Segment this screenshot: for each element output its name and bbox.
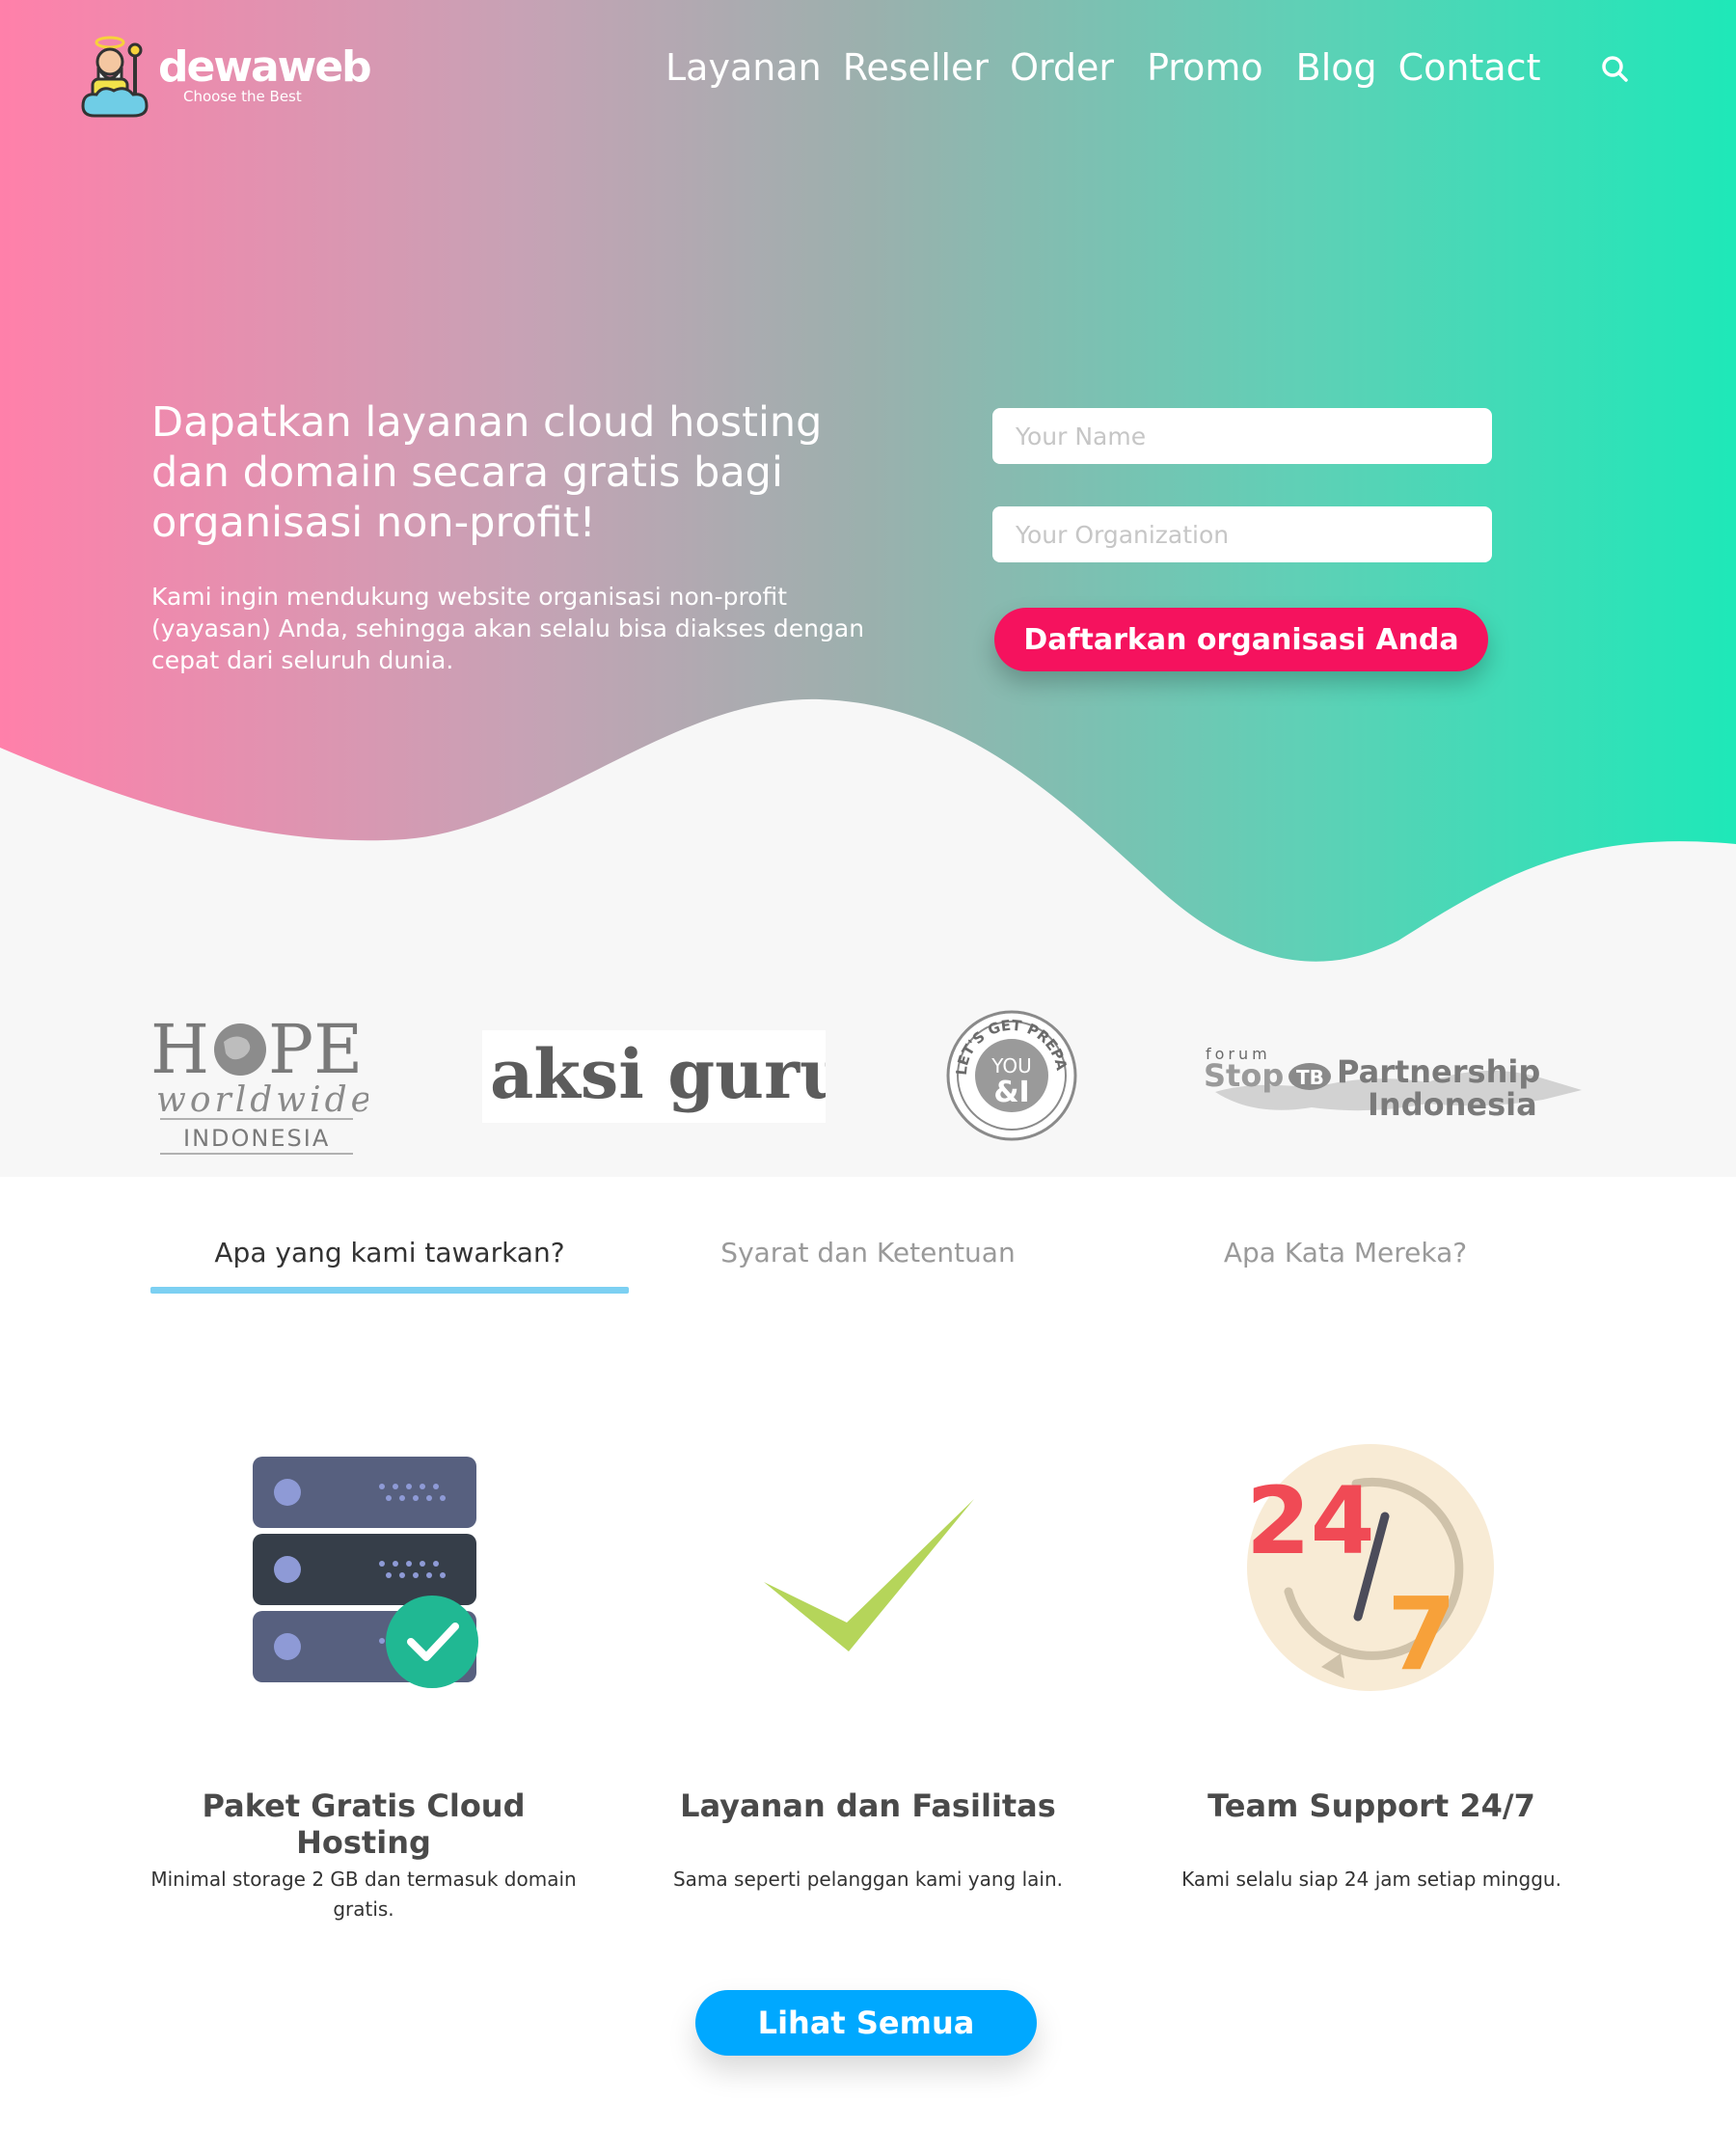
stop-tb-partnership-logo: forum Stop TB Partnership Indonesia xyxy=(1204,1045,1582,1123)
svg-text:INDONESIA: INDONESIA xyxy=(183,1125,330,1152)
hope-worldwide-logo: H PE worldwide INDONESIA xyxy=(150,1010,368,1155)
nav-item-promo[interactable]: Promo xyxy=(1147,46,1263,89)
svg-text:&I: &I xyxy=(993,1076,1029,1109)
tab-offer[interactable]: Apa yang kami tawarkan? xyxy=(150,1237,629,1268)
tab-terms[interactable]: Syarat dan Ketentuan xyxy=(675,1237,1061,1268)
aksi-guru-logo: aksi guru xyxy=(482,1030,826,1123)
search-icon[interactable] xyxy=(1600,54,1629,83)
feature-title: Team Support 24/7 xyxy=(1207,1787,1535,1824)
svg-text:worldwide: worldwide xyxy=(156,1080,368,1120)
name-input[interactable] xyxy=(992,408,1492,464)
svg-text:Stop: Stop xyxy=(1204,1057,1284,1094)
nav-item-reseller[interactable]: Reseller xyxy=(843,46,989,89)
tab-testimonials[interactable]: Apa Kata Mereka? xyxy=(1153,1237,1538,1268)
nav-item-blog[interactable]: Blog xyxy=(1296,46,1377,89)
feature-description: Sama seperti pelanggan kami yang lain. xyxy=(672,1868,1064,1891)
svg-text:24: 24 xyxy=(1246,1467,1375,1575)
feature-title: Layanan dan Fasilitas xyxy=(680,1787,1056,1824)
svg-text:H: H xyxy=(150,1010,209,1089)
main-nav: Layanan Reseller Order Promo Blog Contac… xyxy=(665,46,1561,89)
organization-input[interactable] xyxy=(992,506,1492,562)
svg-text:TB: TB xyxy=(1296,1066,1324,1089)
svg-text:7: 7 xyxy=(1387,1575,1456,1693)
svg-text:YOU: YOU xyxy=(990,1054,1032,1078)
register-organization-button[interactable]: Daftarkan organisasi Anda xyxy=(994,608,1488,671)
hero-title: Dapatkan layanan cloud hosting dan domai… xyxy=(151,398,823,547)
nav-item-layanan[interactable]: Layanan xyxy=(665,46,822,89)
brand-text: dewaweb Choose the Best xyxy=(158,42,372,106)
support-24-7-icon: 24 7 xyxy=(1246,1444,1494,1693)
nav-item-contact[interactable]: Contact xyxy=(1398,46,1541,89)
checkmark-icon xyxy=(764,1499,974,1651)
server-check-icon xyxy=(253,1457,478,1688)
feature-description: Kami selalu siap 24 jam setiap minggu. xyxy=(1181,1868,1561,1891)
svg-text:Partnership: Partnership xyxy=(1337,1053,1540,1090)
svg-text:aksi guru: aksi guru xyxy=(490,1034,826,1114)
brand-logo[interactable]: dewaweb Choose the Best xyxy=(79,29,372,122)
feature-title: Paket Gratis Cloud Hosting xyxy=(202,1787,526,1861)
dewa-mascot-icon xyxy=(81,36,149,118)
see-all-button[interactable]: Lihat Semua xyxy=(695,1990,1037,2056)
brand-name: dewaweb xyxy=(158,42,372,92)
partner-logos: H PE worldwide INDONESIA aksi guru LET'S… xyxy=(0,974,1736,1177)
nav-item-order[interactable]: Order xyxy=(1010,46,1114,89)
hero-section: dewaweb Choose the Best Layanan Reseller… xyxy=(0,0,1736,974)
svg-text:Indonesia: Indonesia xyxy=(1368,1086,1537,1123)
lets-get-prepared-logo: LET'S GET PREPARED YOU &I xyxy=(945,1009,1077,1141)
hero-description: Kami ingin mendukung website organisasi … xyxy=(151,583,865,674)
active-tab-indicator xyxy=(150,1287,629,1294)
svg-text:PE: PE xyxy=(268,1010,363,1089)
feature-description: Minimal storage 2 GB dan termasuk domain… xyxy=(150,1868,577,1921)
